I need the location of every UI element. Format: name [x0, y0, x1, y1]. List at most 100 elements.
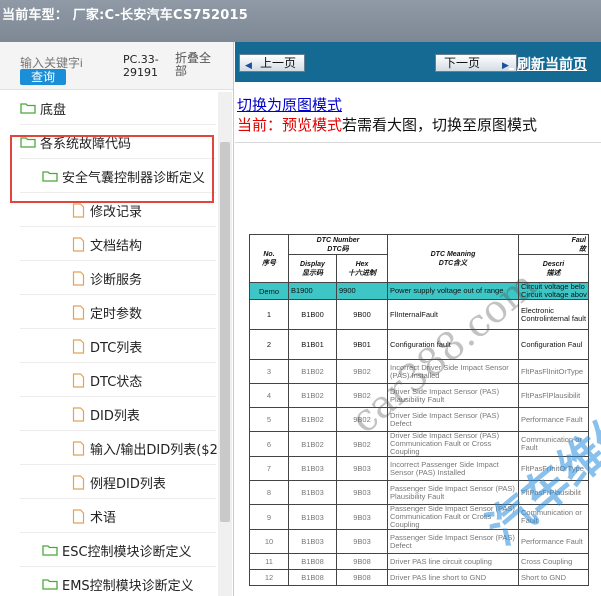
- cell-meaning: FlInternalFault: [387, 299, 519, 330]
- tree-node[interactable]: 定时参数: [72, 296, 142, 328]
- tree-node-label: EMS控制模块诊断定义: [62, 578, 194, 594]
- col-header-fault: Faul 故: [518, 234, 589, 255]
- page-nav-bar: ◀ 上一页 下一页 ▶ 刷新当前页: [235, 42, 601, 82]
- cell-hex: 9B08: [336, 553, 388, 570]
- cell-meaning: Power supply voltage out of range: [387, 282, 519, 300]
- cell-no: 5: [249, 407, 289, 432]
- cell-display: B1B08: [288, 569, 337, 586]
- collapse-all-button[interactable]: 折叠全部: [175, 52, 215, 78]
- cell-meaning: Incorrect Passenger Side Impact Sensor (…: [387, 456, 519, 481]
- folder-icon: [42, 578, 58, 590]
- cell-no: Demo: [249, 282, 289, 300]
- tree-node-label: 例程DID列表: [90, 476, 166, 492]
- cell-no: 10: [249, 529, 289, 554]
- current-vehicle-title: 当前车型： 厂家:C-长安汽车CS752015: [2, 8, 248, 23]
- col-header-display: Display 显示码: [288, 254, 337, 283]
- table-row-demo: Demo B1900 9900 Power supply voltage out…: [249, 282, 589, 300]
- table-row: 7 B1B03 9B03 Incorrect Passenger Side Impac…: [249, 456, 589, 481]
- cell-meaning: Driver Side Impact Sensor (PAS) Plausibi…: [387, 383, 519, 408]
- mode-hint: 若需看大图，切换至原图模式: [342, 116, 538, 134]
- left-panel: 查询 PC.33-29191 折叠全部 底盘各系统故障代码安全气囊控制器诊断定义…: [0, 42, 234, 596]
- tree-separator: [20, 294, 216, 295]
- table-row: 12 B1B08 9B08 Driver PAS line short to GND S…: [249, 569, 589, 586]
- tree-node-label: DTC状态: [90, 374, 143, 390]
- cell-meaning: Driver Side Impact Sensor (PAS) Defect: [387, 407, 519, 432]
- switch-original-mode-link[interactable]: 切换为原图模式: [237, 94, 342, 115]
- divider: [235, 142, 601, 143]
- table-row: 6 B1B02 9B02 Driver Side Impact Sensor (PAS…: [249, 431, 589, 457]
- cell-display: B1B03: [288, 529, 337, 554]
- tree-separator: [20, 226, 216, 227]
- tree-node[interactable]: 术语: [72, 500, 116, 532]
- tree-node[interactable]: 输入/输出DID列表($2F: [72, 432, 225, 464]
- tree-node-label: DID列表: [90, 408, 140, 424]
- tree-node[interactable]: 诊断服务: [72, 262, 142, 294]
- tree-node-label: DTC列表: [90, 340, 143, 356]
- search-button[interactable]: 查询: [20, 69, 66, 85]
- table-row: 2 B1B01 9B01 Configuration fault Configurati…: [249, 329, 589, 360]
- tree-node[interactable]: DTC列表: [72, 330, 142, 362]
- cell-hex: 9900: [336, 282, 388, 300]
- tree-node[interactable]: EMS控制模块诊断定义: [42, 568, 194, 596]
- cell-display: B1B02: [288, 407, 337, 432]
- tree-separator: [20, 328, 216, 329]
- tree-node[interactable]: 例程DID列表: [72, 466, 166, 498]
- prev-page-button[interactable]: ◀ 上一页: [239, 54, 305, 72]
- table-row: 9 B1B03 9B03 Passenger Side Impact Sensor (…: [249, 504, 589, 530]
- cell-no: 1: [249, 299, 289, 330]
- document-icon: [72, 474, 86, 490]
- table-row: 3 B1B02 9B02 Incorrect Driver Side Impact S…: [249, 359, 589, 384]
- pc-code-label: PC.33-29191: [123, 53, 159, 79]
- table-row: 10 B1B03 9B03 Passenger Side Impact Sensor …: [249, 529, 589, 554]
- tree-separator: [20, 464, 216, 465]
- cell-hex: 9B03: [336, 456, 388, 481]
- refresh-page-link[interactable]: 刷新当前页: [517, 54, 587, 74]
- cell-meaning: Driver Side Impact Sensor (PAS) Communic…: [387, 431, 519, 457]
- document-icon: [72, 236, 86, 252]
- cell-hex: 9B03: [336, 529, 388, 554]
- mode-status-line: 当前：预览模式若需看大图，切换至原图模式: [237, 114, 537, 135]
- mode-name: 预览模式: [282, 116, 343, 134]
- col-header-description: Descri 描述: [518, 254, 589, 283]
- cell-description: FltPasFrPlausibilit: [518, 480, 589, 505]
- tree-node-label: ESC控制模块诊断定义: [62, 544, 192, 560]
- cell-display: B1B03: [288, 480, 337, 505]
- cell-display: B1B00: [288, 299, 337, 330]
- cell-description: FltPasFrInitOrType: [518, 456, 589, 481]
- cell-no: 3: [249, 359, 289, 384]
- tree-node[interactable]: DTC状态: [72, 364, 142, 396]
- cell-description: Communication or Fault: [518, 504, 589, 530]
- cell-hex: 9B02: [336, 431, 388, 457]
- tree-node[interactable]: ESC控制模块诊断定义: [42, 534, 192, 566]
- cell-description: Cross Coupling: [518, 553, 589, 570]
- next-page-button[interactable]: 下一页 ▶: [435, 54, 517, 72]
- refresh-underline-mark: [509, 68, 514, 70]
- cell-meaning: Driver PAS line short to GND: [387, 569, 519, 586]
- cell-description: Circuit voltage belo Circuit voltage abov: [518, 282, 589, 300]
- document-icon: [72, 338, 86, 354]
- cell-display: B1B01: [288, 329, 337, 360]
- tree-node-label: 底盘: [40, 102, 67, 118]
- table-row: 8 B1B03 9B03 Passenger Side Impact Sensor (…: [249, 480, 589, 505]
- tree-node[interactable]: 文档结构: [72, 228, 142, 260]
- table-row: 11 B1B08 9B08 Driver PAS line circuit coupl…: [249, 553, 589, 570]
- tree-separator: [20, 362, 216, 363]
- cell-description: Short to GND: [518, 569, 589, 586]
- cell-display: B1B02: [288, 431, 337, 457]
- cell-display: B1B03: [288, 456, 337, 481]
- cell-meaning: Passenger Side Impact Sensor (PAS) Defec…: [387, 529, 519, 554]
- cell-description: FltPasFlPlausibilit: [518, 383, 589, 408]
- tree-node-label: 诊断服务: [90, 272, 143, 288]
- document-icon: [72, 372, 86, 388]
- col-header-dtc-number: DTC Number DTC码: [288, 234, 388, 255]
- tree-scrollbar-thumb[interactable]: [220, 142, 230, 522]
- folder-icon: [20, 102, 36, 114]
- cell-hex: 9B02: [336, 359, 388, 384]
- tree-node[interactable]: DID列表: [72, 398, 140, 430]
- cell-description: Configuration Faul: [518, 329, 589, 360]
- search-bar: 查询 PC.33-29191 折叠全部: [0, 42, 233, 90]
- cell-meaning: Configuration fault: [387, 329, 519, 360]
- col-header-dtc-meaning: DTC Meaning DTC含义: [387, 234, 519, 283]
- tree-separator: [20, 124, 216, 125]
- tree-node[interactable]: 底盘: [20, 92, 66, 124]
